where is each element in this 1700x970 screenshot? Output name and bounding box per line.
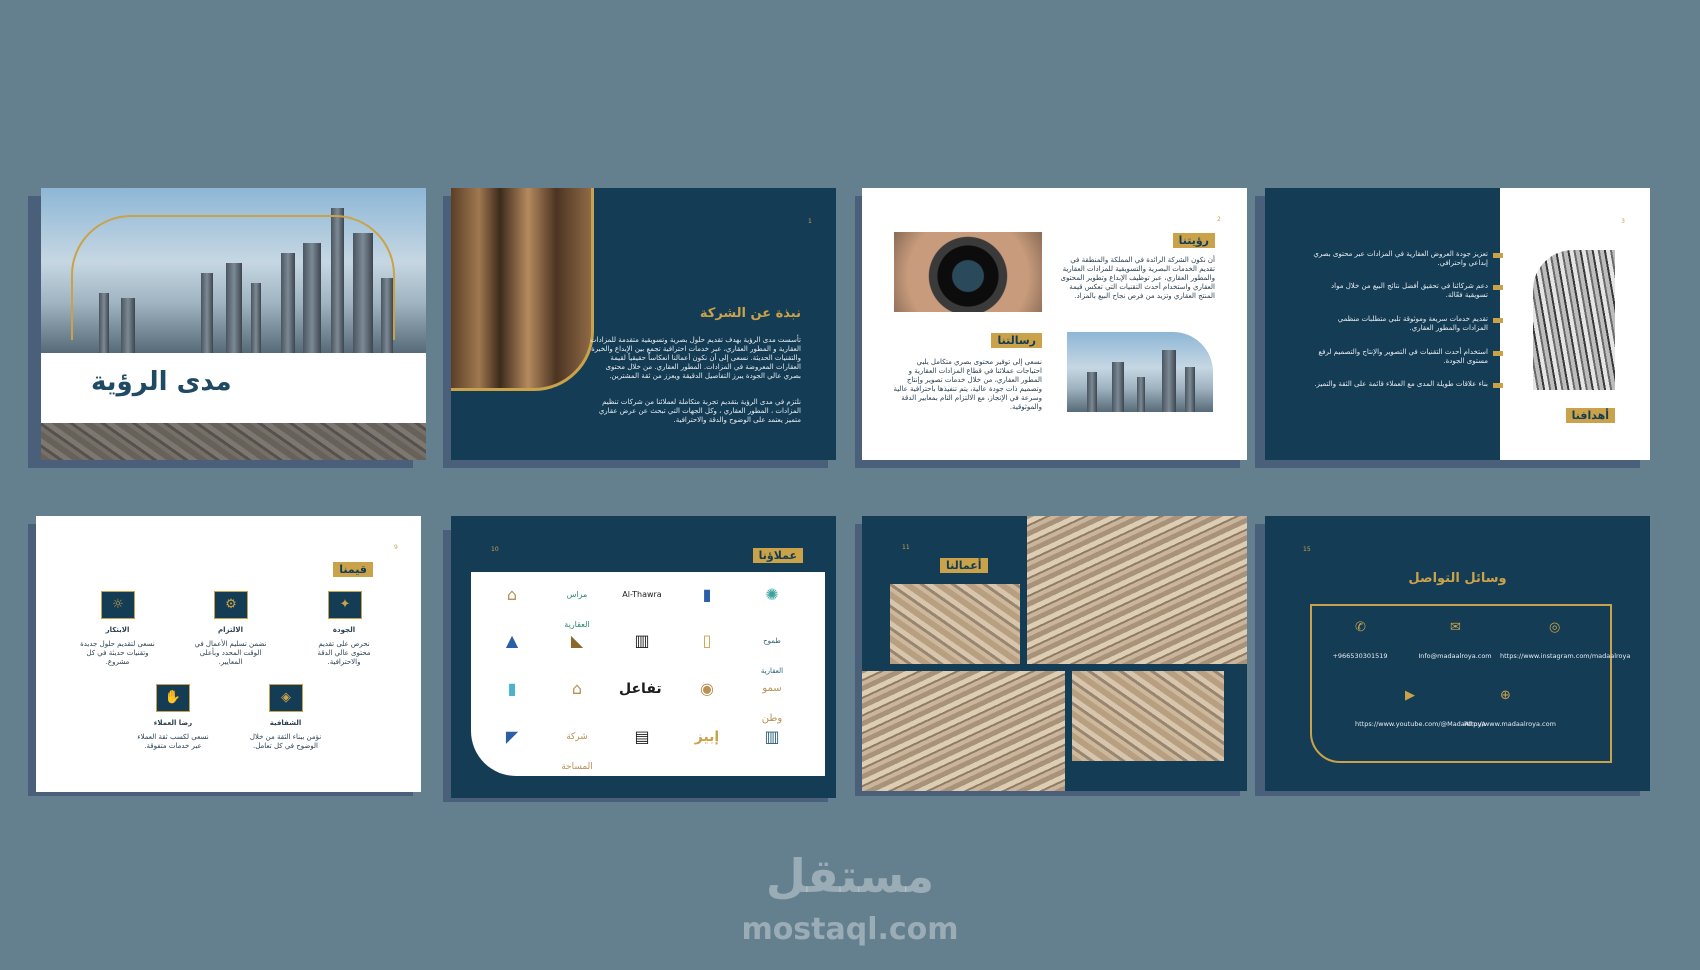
- about-title: نبذة عن الشركة: [699, 306, 801, 321]
- page-number: 15: [1303, 546, 1311, 553]
- goal-bullet: [1493, 351, 1503, 356]
- youtube-link[interactable]: https://www.youtube.com/@MadaAlroya: [1355, 720, 1485, 728]
- goal-item: استخدام أحدث التقنيات في التصوير والإنتا…: [1318, 348, 1488, 365]
- watermark-arabic: مستقل: [765, 849, 935, 903]
- phone-icon: ✆: [1355, 620, 1366, 635]
- client-logo: سمو وطن: [761, 683, 783, 724]
- goal-bullet: [1493, 285, 1503, 290]
- client-logo: إبيز: [694, 729, 720, 745]
- page-number: 11: [902, 544, 910, 551]
- camera-photo: [894, 232, 1042, 312]
- website-link[interactable]: http://www.madaalroya.com: [1460, 720, 1560, 728]
- email-icon: ✉: [1450, 620, 1461, 635]
- value-desc: نضمن تسليم الأعمال في الوقت المحدد وبأعل…: [194, 640, 267, 666]
- goals-title: أهدافنا: [1565, 408, 1615, 423]
- aerial-photo: [1072, 671, 1224, 761]
- company-logo: مدى الرؤية: [91, 367, 232, 397]
- vision-title: رؤيتنا: [1172, 233, 1215, 248]
- client-logo: ◉: [700, 679, 714, 698]
- client-logo: طموح العقارية: [760, 637, 784, 675]
- aerial-photo: [862, 671, 1065, 791]
- goal-item: دعم شركائنا في تحقيق أفضل نتائج البيع من…: [1331, 282, 1488, 299]
- youtube-icon: ▶: [1405, 688, 1415, 703]
- highway-photo: [41, 423, 426, 460]
- client-logo: Al-Thawra: [622, 590, 662, 599]
- handshake-icon: ✋: [156, 684, 190, 712]
- commitment-icon: ⚙: [214, 591, 248, 619]
- instagram-icon: ◎: [1549, 620, 1561, 635]
- aerial-photo: [1027, 516, 1247, 664]
- client-logo: ▤: [634, 727, 650, 746]
- client-logo: ▲: [505, 631, 519, 650]
- value-name: الشفافية: [269, 719, 302, 727]
- globe-icon: ⊕: [1500, 688, 1511, 703]
- slide-cover[interactable]: مدى الرؤية: [41, 188, 426, 460]
- slide-contact[interactable]: 15 وسائل التواصل ✆ +966530301519 ✉ Info@…: [1265, 516, 1650, 791]
- innovation-icon: ☼: [101, 591, 135, 619]
- client-logo: ▥: [634, 631, 650, 650]
- slide-clients[interactable]: 10 عملاؤنا ⌂ مراس العقارية Al-Thawra ▮ ✺…: [451, 516, 836, 798]
- slide-about[interactable]: 1 نبذة عن الشركة تأسست مدى الرؤية بهدف ت…: [451, 188, 836, 460]
- client-logo: ⌂: [506, 585, 518, 604]
- white-panel: 3 أهدافنا: [1500, 188, 1650, 460]
- client-logo: ◣: [570, 631, 584, 650]
- goal-bullet: [1493, 383, 1503, 388]
- logos-panel: ⌂ مراس العقارية Al-Thawra ▮ ✺ ▲ ◣ ▥ ▯ طم…: [471, 572, 825, 776]
- page-number: 9: [394, 544, 398, 551]
- about-body: تأسست مدى الرؤية بهدف تقديم حلول بصرية و…: [590, 336, 801, 380]
- client-logo-featured: تفاعل: [619, 681, 662, 697]
- client-logo: ⌂: [571, 679, 583, 698]
- client-logo: ▯: [702, 631, 712, 650]
- values-title: قيمنا: [333, 562, 373, 577]
- slide-works[interactable]: 11 أعمالنا: [862, 516, 1247, 791]
- page-number: 2: [1217, 216, 1221, 223]
- slide-vision-mission[interactable]: 2 رؤيتنا أن نكون الشركة الرائدة في الممل…: [862, 188, 1247, 460]
- goal-item: تعزيز جودة العروض العقارية في المزادات ع…: [1313, 250, 1488, 267]
- about-body-2: نلتزم في مدى الرؤية بتقديم تجربة متكاملة…: [598, 398, 801, 424]
- email-link[interactable]: Info@madaalroya.com: [1405, 652, 1505, 660]
- slide-goals[interactable]: 3 أهدافنا تعزيز جودة العروض العقارية في …: [1265, 188, 1650, 460]
- value-name: الجودة: [332, 626, 356, 634]
- quality-icon: ✦: [328, 591, 362, 619]
- mission-title: رسالتنا: [991, 333, 1042, 348]
- page-number: 1: [808, 218, 812, 225]
- client-logo: ✺: [765, 585, 779, 604]
- slide-values[interactable]: 9 قيمنا ✦ الجودة نحرص على تقديم محتوى عا…: [36, 516, 421, 792]
- aerial-photo: [890, 584, 1020, 664]
- contact-title: وسائل التواصل: [1408, 571, 1507, 586]
- cover-band: مدى الرؤية: [41, 353, 426, 423]
- client-logo: ◤: [505, 727, 519, 746]
- value-name: الابتكار: [105, 626, 130, 634]
- goal-item: تقديم خدمات سريعة وموثوقة تلبي متطلبات م…: [1337, 315, 1488, 332]
- gold-arch-frame: [71, 215, 395, 340]
- clients-title: عملاؤنا: [752, 548, 803, 563]
- transparency-icon: ◈: [269, 684, 303, 712]
- phone-link[interactable]: +966530301519: [1315, 652, 1405, 660]
- tower-photo: [451, 188, 594, 391]
- vision-body: أن نكون الشركة الرائدة في المملكة والمنط…: [1060, 256, 1215, 300]
- value-desc: نسعى لكسب ثقة العملاء عبر خدمات متفوقة.: [137, 733, 209, 750]
- building-photo: [1533, 250, 1615, 390]
- page-number: 3: [1621, 218, 1625, 225]
- client-logo: ▥: [764, 727, 780, 746]
- goal-bullet: [1493, 253, 1503, 258]
- city-photo: [1067, 332, 1213, 412]
- value-desc: نؤمن ببناء الثقة من خلال الوضوح في كل تع…: [249, 733, 322, 750]
- client-logo: ▮: [702, 585, 712, 604]
- watermark-latin: mostaql.com: [741, 912, 959, 947]
- value-name: رضا العملاء: [153, 719, 193, 727]
- goal-bullet: [1493, 318, 1503, 323]
- value-desc: نسعى لتقديم حلول جديدة وتقنيات حديثة في …: [80, 640, 155, 666]
- page-number: 10: [491, 546, 499, 553]
- client-logo: مراس العقارية: [564, 590, 590, 629]
- client-logo: ▮: [507, 679, 517, 698]
- goal-item: بناء علاقات طويلة المدى مع العملاء قائمة…: [1314, 380, 1488, 388]
- mission-body: نسعى إلى توفير محتوى بصري متكامل يلبي اح…: [893, 358, 1042, 411]
- instagram-link[interactable]: https://www.instagram.com/madaalroya: [1500, 652, 1630, 660]
- value-name: الالتزام: [218, 626, 243, 634]
- works-title: أعمالنا: [940, 558, 988, 573]
- value-desc: نحرص على تقديم محتوى عالي الدقة والاحترا…: [317, 640, 371, 666]
- client-logo: شركة المساحة: [561, 732, 593, 772]
